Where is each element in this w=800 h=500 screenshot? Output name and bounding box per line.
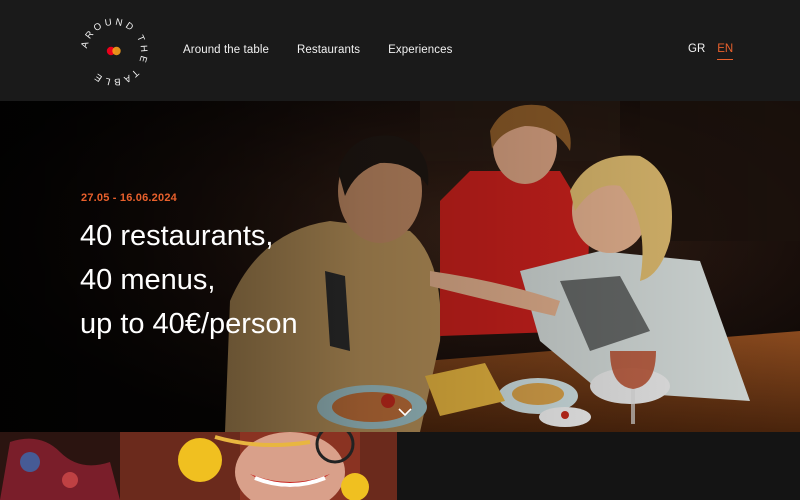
hero-title-line: 40 menus,: [80, 264, 216, 296]
chevron-down-icon: [398, 408, 412, 417]
hero-banner: 27.05 - 16.06.2024 40 restaurants, 40 me…: [0, 101, 800, 432]
nav-around-the-table[interactable]: Around the table: [183, 44, 269, 56]
around-the-table-logo-icon: AROUND THE TABLE: [79, 17, 146, 88]
hero-title-line: up to 40€/person: [80, 308, 298, 340]
secondary-photo: [0, 432, 397, 500]
photo-collage: [0, 432, 397, 500]
nav-restaurants[interactable]: Restaurants: [297, 44, 360, 56]
scroll-down-button[interactable]: [392, 399, 418, 425]
secondary-panel: [397, 432, 800, 500]
nav-experiences[interactable]: Experiences: [388, 44, 452, 56]
hero-title-line: 40 restaurants,: [80, 220, 274, 252]
lang-en[interactable]: EN: [717, 43, 734, 60]
hero-date-range: 27.05 - 16.06.2024: [81, 192, 177, 204]
language-switcher: GR EN: [688, 43, 734, 60]
hero-title: 40 restaurants, 40 menus, up to 40€/pers…: [80, 214, 380, 346]
main-nav: Around the table Restaurants Experiences: [183, 44, 453, 56]
site-header: AROUND THE TABLE Around the table Restau…: [0, 0, 800, 101]
lang-gr[interactable]: GR: [688, 43, 705, 60]
secondary-section: [0, 432, 800, 500]
logo[interactable]: AROUND THE TABLE: [76, 14, 152, 90]
